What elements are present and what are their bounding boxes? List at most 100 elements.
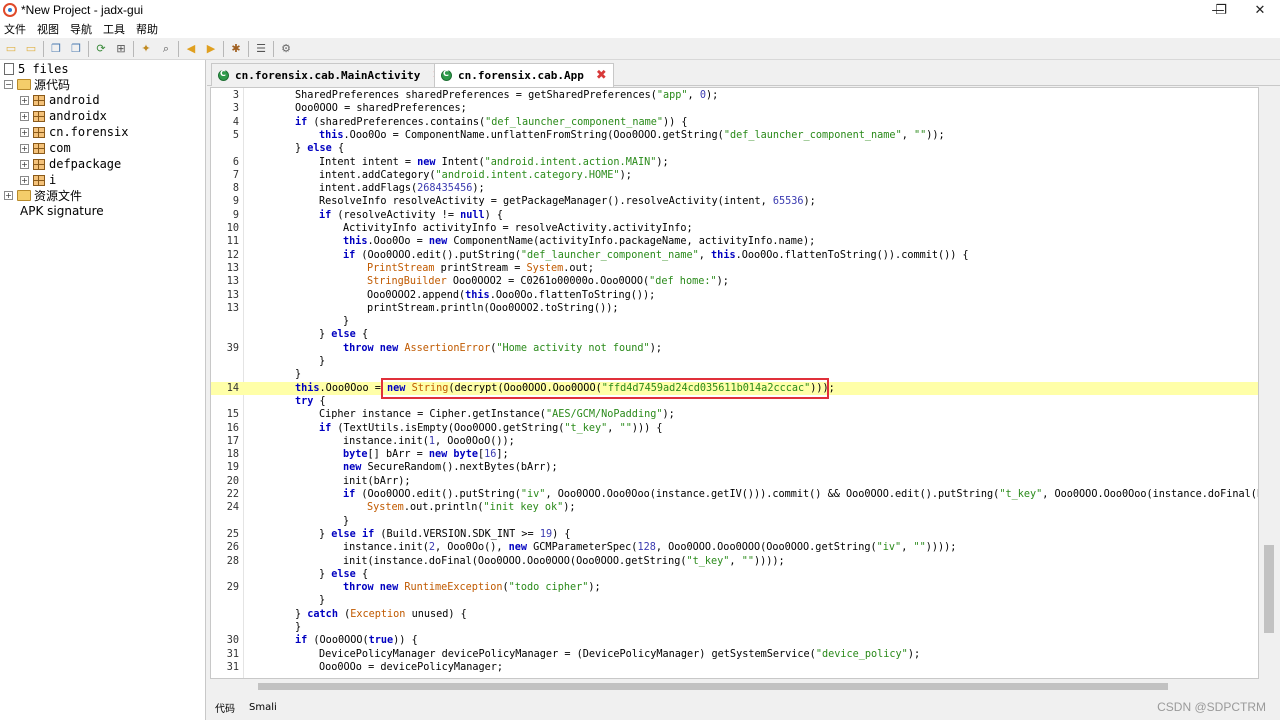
tab-smali[interactable]: Smali — [249, 702, 277, 713]
expand-icon[interactable]: + — [20, 95, 29, 105]
copy-icon[interactable]: ❐ — [48, 41, 64, 57]
settings-icon[interactable]: ⚙ — [278, 41, 294, 57]
code-line[interactable]: 22 if (Ooo0OOO.edit().putString("iv", Ooo… — [211, 488, 1258, 501]
code-line[interactable]: } catch (Exception unused) { — [211, 608, 1258, 621]
code-line[interactable]: 15 Cipher instance = Cipher.getInstance("… — [211, 408, 1258, 421]
code-line[interactable]: 13 PrintStream printStream = System.out; — [211, 262, 1258, 275]
code-line[interactable]: 10 ActivityInfo activityInfo = resolveAct… — [211, 222, 1258, 235]
code-line[interactable]: } else { — [211, 328, 1258, 341]
code-line[interactable]: 12 if (Ooo0OOO.edit().putString("def_laun… — [211, 249, 1258, 262]
code-line[interactable]: 31 DevicePolicyManager devicePolicyManage… — [211, 648, 1258, 661]
code-line[interactable]: } — [211, 594, 1258, 607]
horizontal-scroll-thumb[interactable] — [258, 683, 1168, 690]
code-line[interactable]: 18 byte[] bArr = new byte[16]; — [211, 448, 1258, 461]
search-icon[interactable]: ⌕ — [158, 41, 174, 57]
sync-icon[interactable]: ⟳ — [93, 41, 109, 57]
tree-package-androidx[interactable]: + androidx — [20, 108, 107, 124]
tab-app[interactable]: cn.forensix.cab.App ✖ — [434, 63, 614, 87]
code-line[interactable]: 7 intent.addCategory("android.intent.cate… — [211, 169, 1258, 182]
code-line[interactable]: 16 if (TextUtils.isEmpty(Ooo0OOO.getStrin… — [211, 422, 1258, 435]
close-tab-icon[interactable]: ✖ — [596, 68, 607, 83]
tab-code[interactable]: 代码 — [215, 700, 235, 715]
tree-package-android[interactable]: + android — [20, 92, 100, 108]
code-line[interactable]: 8 intent.addFlags(268435456); — [211, 182, 1258, 195]
code-line[interactable]: } — [211, 515, 1258, 528]
code-line[interactable]: 11 this.Ooo0Oo = new ComponentName(activi… — [211, 235, 1258, 248]
horizontal-scrollbar[interactable] — [210, 680, 1262, 693]
expand-icon[interactable]: + — [20, 175, 29, 185]
code-line[interactable]: 4 if (sharedPreferences.contains("def_lau… — [211, 116, 1258, 129]
code-line[interactable]: } — [211, 355, 1258, 368]
back-icon[interactable]: ◀ — [183, 41, 199, 57]
code-text: byte[] bArr = new byte[16]; — [343, 449, 509, 461]
code-line[interactable]: 13 StringBuilder Ooo0OOO2 = C0261o00000o.… — [211, 275, 1258, 288]
code-line[interactable]: 3 Ooo0OOO = sharedPreferences; — [211, 102, 1258, 115]
code-line[interactable]: 9 ResolveInfo resolveActivity = getPackag… — [211, 195, 1258, 208]
code-line[interactable]: 6 Intent intent = new Intent("android.int… — [211, 156, 1258, 169]
code-line[interactable]: } else { — [211, 568, 1258, 581]
vertical-scrollbar[interactable] — [1262, 87, 1276, 679]
forward-icon[interactable]: ▶ — [203, 41, 219, 57]
menu-item-0[interactable]: 文件 — [4, 21, 26, 37]
expand-icon[interactable]: + — [20, 143, 29, 153]
tree-package-com[interactable]: + com — [20, 140, 71, 156]
code-line[interactable]: 5 this.Ooo0Oo = ComponentName.unflattenFr… — [211, 129, 1258, 142]
package-label: androidx — [49, 109, 107, 123]
expand-icon[interactable]: + — [4, 190, 13, 200]
code-line[interactable]: 9 if (resolveActivity != null) { — [211, 209, 1258, 222]
menu-item-4[interactable]: 帮助 — [136, 21, 158, 37]
code-line[interactable]: 26 instance.init(2, Ooo0Oo(), new GCMPara… — [211, 541, 1258, 554]
code-line[interactable]: 25} else if (Build.VERSION.SDK_INT >= 19… — [211, 528, 1258, 541]
menu-item-3[interactable]: 工具 — [103, 21, 125, 37]
code-text: Ooo0OOo = devicePolicyManager; — [319, 661, 504, 673]
close-window-button[interactable]: ✕ — [1240, 0, 1280, 20]
tree-resources-folder[interactable]: + 资源文件 — [4, 187, 82, 203]
code-line[interactable]: 17 instance.init(1, Ooo0OoO()); — [211, 435, 1258, 448]
tree-package-cn-forensix[interactable]: + cn.forensix — [20, 124, 128, 140]
code-line[interactable]: 31 Ooo0OOo = devicePolicyManager; — [211, 661, 1258, 674]
code-text: } — [319, 356, 326, 367]
line-number: 24 — [226, 502, 239, 514]
code-text: init(instance.doFinal(Ooo0OOO.Ooo0OOO(Oo… — [343, 555, 785, 567]
line-number: 13 — [226, 302, 239, 314]
vertical-scroll-thumb[interactable] — [1264, 545, 1274, 633]
tree-source-folder[interactable]: − 源代码 — [4, 76, 70, 92]
code-line[interactable]: 3 SharedPreferences sharedPreferences = g… — [211, 89, 1258, 102]
expand-icon[interactable]: + — [20, 111, 29, 121]
code-line[interactable]: 19 new SecureRandom().nextBytes(bArr); — [211, 461, 1258, 474]
bug-icon[interactable]: ✱ — [228, 41, 244, 57]
code-line[interactable]: 30 if (Ooo0OOO(true)) { — [211, 634, 1258, 647]
open-folder-icon[interactable]: ▭ — [3, 41, 19, 57]
code-line[interactable]: 39 throw new AssertionError("Home activit… — [211, 342, 1258, 355]
code-line[interactable]: 29 throw new RuntimeException("todo ciphe… — [211, 581, 1258, 594]
add-file-icon[interactable]: ▭ — [23, 41, 39, 57]
code-line[interactable]: try { — [211, 395, 1258, 408]
package-label: defpackage — [49, 157, 122, 171]
tree-icon[interactable]: ⊞ — [113, 41, 129, 57]
code-line[interactable]: 13 printStream.println(Ooo0OOO2.toString(… — [211, 302, 1258, 315]
code-line[interactable]: 24 System.out.println("init key ok"); — [211, 501, 1258, 514]
tree-package-defpackage[interactable]: + defpackage — [20, 156, 121, 172]
expand-icon[interactable]: + — [20, 127, 29, 137]
project-tree[interactable]: 5 files − 源代码 + android + androidx + cn.foren… — [0, 60, 206, 720]
code-line[interactable]: } — [211, 315, 1258, 328]
wand-icon[interactable]: ✦ — [138, 41, 154, 57]
maximize-button[interactable]: ❐ — [1201, 0, 1241, 20]
line-number: 3 — [232, 90, 239, 101]
code-text: init(bArr); — [343, 475, 411, 487]
menu-item-1[interactable]: 视图 — [37, 21, 59, 37]
code-line[interactable]: } — [211, 621, 1258, 634]
tree-apk-signature[interactable]: APK signature — [20, 203, 104, 219]
log-icon[interactable]: ☰ — [253, 41, 269, 57]
code-line[interactable]: 20 init(bArr); — [211, 475, 1258, 488]
collapse-icon[interactable]: − — [4, 79, 13, 89]
menu-item-2[interactable]: 导航 — [70, 21, 92, 37]
code-editor[interactable]: 3 SharedPreferences sharedPreferences = g… — [210, 87, 1259, 679]
tab-main-activity[interactable]: cn.forensix.cab.MainActivity ✖ — [211, 63, 451, 86]
expand-icon[interactable]: + — [20, 159, 29, 169]
code-line[interactable]: 28 init(instance.doFinal(Ooo0OOO.Ooo0OOO(… — [211, 555, 1258, 568]
copy-all-icon[interactable]: ❐ — [68, 41, 84, 57]
code-line[interactable]: } else { — [211, 142, 1258, 155]
package-icon — [33, 126, 45, 138]
code-line[interactable]: 13 Ooo0OOO2.append(this.Ooo0Oo.flattenToS… — [211, 289, 1258, 302]
